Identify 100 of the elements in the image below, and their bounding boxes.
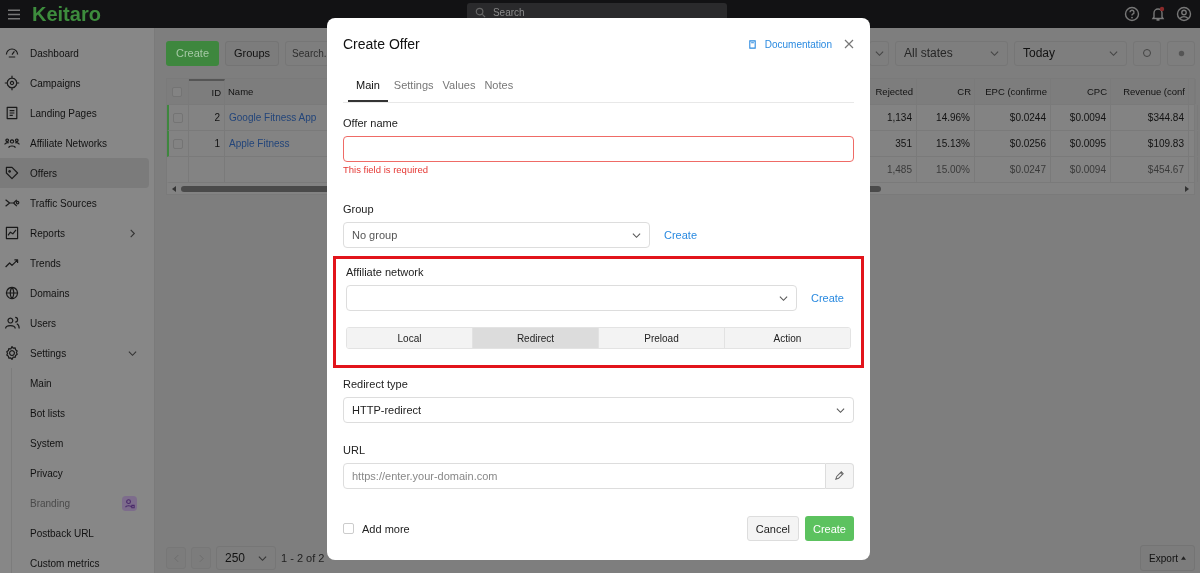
scroll-left-icon[interactable] xyxy=(171,185,177,192)
gauge-icon xyxy=(4,45,20,61)
mode-segment[interactable]: Action xyxy=(725,328,850,348)
field-label: Affiliate network xyxy=(346,266,425,278)
sidebar-item[interactable]: Reports xyxy=(0,218,149,248)
export-button[interactable]: Export xyxy=(1140,545,1195,571)
refresh-button[interactable] xyxy=(1133,40,1161,66)
dialog-title: Create Offer xyxy=(343,36,420,52)
table-cell: 14.96% xyxy=(917,105,975,130)
field-label: Redirect type xyxy=(343,378,409,390)
column-header[interactable]: Revenue (conf xyxy=(1111,79,1189,104)
sidebar-item[interactable]: Offers xyxy=(0,158,149,188)
column-header[interactable]: CR xyxy=(917,79,975,104)
target-icon xyxy=(4,75,20,91)
sidebar-subitem[interactable]: Custom metrics xyxy=(11,548,149,573)
caret-icon xyxy=(875,48,884,58)
sidebar-item[interactable]: Traffic Sources xyxy=(0,188,149,218)
sidebar-item[interactable]: Landing Pages xyxy=(0,98,149,128)
sidebar-item[interactable]: Trends xyxy=(0,248,149,278)
filter-select[interactable]: All states xyxy=(895,40,1008,66)
total-cell: 15.00% xyxy=(917,157,975,182)
offer-name-field[interactable] xyxy=(343,136,854,162)
page-size-select[interactable]: 250 xyxy=(216,546,276,570)
create-network-link[interactable]: Create xyxy=(810,292,844,304)
checkbox-label: Add more xyxy=(362,522,410,535)
caret-icon xyxy=(632,230,641,240)
sidebar-item[interactable]: Affiliate Networks xyxy=(0,128,149,158)
sidebar-subitem[interactable]: Privacy xyxy=(11,458,149,488)
help-icon[interactable] xyxy=(1124,6,1140,22)
sidebar-item[interactable]: Users xyxy=(0,308,149,338)
field-label: Group xyxy=(343,203,375,215)
create-group-link[interactable]: Create xyxy=(664,229,698,241)
column-header[interactable]: ID xyxy=(189,79,225,104)
dot-icon xyxy=(1176,48,1186,58)
mode-segment[interactable]: Redirect xyxy=(473,328,599,348)
url-field[interactable]: https://enter.your-domain.com xyxy=(343,463,826,489)
caret-icon xyxy=(990,48,999,58)
table-cell: $0.0244 xyxy=(975,105,1051,130)
field-label: Offer name xyxy=(343,117,399,129)
tag-icon xyxy=(4,165,20,181)
sidebar-item[interactable]: Domains xyxy=(0,278,149,308)
table-cell: 15.13% xyxy=(917,131,975,156)
total-cell: $0.0247 xyxy=(975,157,1051,182)
settings-button[interactable] xyxy=(1167,40,1195,66)
table-cell: 1 xyxy=(189,131,225,156)
globe-icon xyxy=(4,285,20,301)
table-cell: $0.0095 xyxy=(1051,131,1111,156)
table-cell: 2 xyxy=(189,105,225,130)
error-message: This field is required xyxy=(343,164,429,175)
sidebar-item[interactable]: Dashboard xyxy=(0,38,149,68)
table-cell: $109.83 xyxy=(1111,131,1189,156)
sidebar-subitem[interactable]: Postback URL xyxy=(11,518,149,548)
column-header[interactable]: EPC (confirme xyxy=(975,79,1051,104)
sidebar-subitem[interactable]: Main xyxy=(11,368,149,398)
tab[interactable]: Values xyxy=(439,70,479,102)
cancel-button[interactable]: Cancel xyxy=(746,516,799,541)
circle-icon xyxy=(1142,48,1152,58)
gear-icon xyxy=(4,345,20,361)
mode-segment[interactable]: Local xyxy=(347,328,473,348)
users-icon xyxy=(4,315,20,331)
table-cell: $0.0256 xyxy=(975,131,1051,156)
caret-icon xyxy=(258,553,267,563)
sidebar-subitem[interactable]: Bot lists xyxy=(11,398,149,428)
table-cell: $0.0094 xyxy=(1051,105,1111,130)
menu-icon[interactable] xyxy=(8,8,20,20)
logo: Keitaro xyxy=(32,2,101,26)
caret-icon xyxy=(778,293,788,303)
sidebar-item[interactable]: Campaigns xyxy=(0,68,149,98)
sidebar-item[interactable]: Settings xyxy=(0,338,149,368)
group-select[interactable]: No group xyxy=(343,222,650,248)
sidebar-subitem[interactable]: System xyxy=(11,428,149,458)
page-range: 1 - 2 of 2 xyxy=(281,552,325,564)
scroll-right-icon[interactable] xyxy=(1184,185,1190,192)
filter-select[interactable]: Today xyxy=(1014,40,1127,66)
bell-icon[interactable] xyxy=(1150,6,1166,22)
table-cell: $344.84 xyxy=(1111,105,1189,130)
tab[interactable]: Settings xyxy=(390,70,437,102)
total-cell: $0.0094 xyxy=(1051,157,1111,182)
people-icon xyxy=(4,135,20,151)
field-label: URL xyxy=(343,444,366,456)
book-icon xyxy=(747,39,757,49)
column-header[interactable]: CPC xyxy=(1051,79,1111,104)
groups-button[interactable]: Groups xyxy=(225,40,280,66)
search-icon xyxy=(474,7,486,18)
document-icon xyxy=(4,105,20,121)
caret-icon xyxy=(1181,556,1186,560)
close-icon[interactable] xyxy=(844,39,854,49)
mode-segment[interactable]: Preload xyxy=(599,328,725,348)
caret-icon xyxy=(1109,48,1118,58)
chart-icon xyxy=(4,225,20,241)
checkbox[interactable] xyxy=(343,523,354,534)
documentation-link[interactable]: Documentation xyxy=(747,38,832,50)
edit-button[interactable] xyxy=(826,463,854,489)
pencil-icon xyxy=(834,469,845,481)
redirect-type-select[interactable]: HTTP-redirect xyxy=(343,397,854,423)
caret-icon xyxy=(836,405,845,415)
total-cell: $454.67 xyxy=(1111,157,1189,182)
tab[interactable]: Notes xyxy=(481,70,517,102)
tab[interactable]: Main xyxy=(348,70,388,102)
user-icon[interactable] xyxy=(1176,6,1192,22)
